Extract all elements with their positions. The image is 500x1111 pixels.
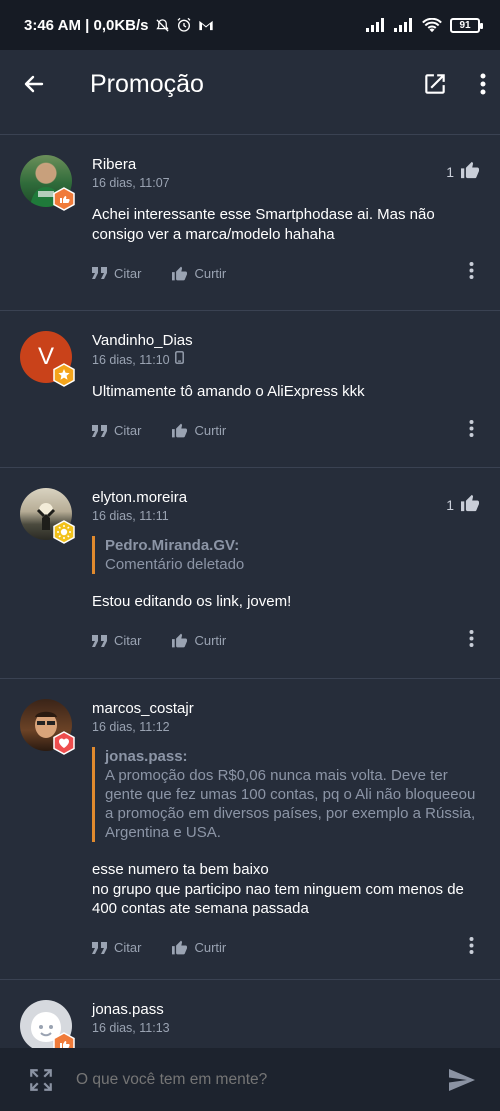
cite-label: Citar — [114, 940, 142, 955]
battery-icon: 91 — [450, 17, 483, 33]
avatar-wrap[interactable] — [20, 155, 75, 211]
like-count-value: 1 — [446, 163, 454, 180]
comment-text: Achei interessante esse Smartphodase ai.… — [92, 206, 435, 243]
level-badge-icon — [52, 187, 76, 211]
quote-text: A promoção dos R$0,06 nunca mais volta. … — [105, 767, 476, 841]
like-label: Curtir — [194, 265, 227, 281]
level-badge-icon — [52, 731, 76, 755]
comment-text-line: esse numero ta bem baixo — [92, 861, 269, 878]
timestamp-text: 16 dias, 11:13 — [92, 1021, 170, 1035]
signal-icon — [366, 18, 386, 32]
comment-timestamp: 16 dias, 11:12 — [92, 719, 482, 735]
avatar-wrap[interactable]: V — [20, 331, 75, 387]
comment-item: marcos_costajr 16 dias, 11:12 jonas.pass… — [0, 679, 500, 979]
comment-item: Ribera 16 dias, 11:07 1 Achei interessan… — [0, 135, 500, 310]
timestamp-text: 16 dias, 11:10 — [92, 352, 170, 367]
timestamp-text: 16 dias, 11:11 — [92, 509, 169, 523]
level-badge-icon — [52, 520, 76, 544]
quote-author: jonas.pass: — [105, 748, 188, 765]
comment-text-line: no grupo que participo nao tem ninguem c… — [92, 880, 464, 918]
comment-timestamp: 16 dias, 11:13 — [92, 1020, 482, 1036]
user-name[interactable]: jonas.pass — [92, 1000, 482, 1020]
comment-item: V Vandinho_Dias 16 dias, 11:10 Ultimamen… — [0, 311, 500, 467]
comment-timestamp: 16 dias, 11:11 — [92, 508, 482, 524]
avatar-wrap[interactable] — [20, 1000, 75, 1056]
like-button[interactable]: Curtir — [171, 423, 226, 438]
user-name[interactable]: Ribera — [92, 155, 482, 175]
level-badge-icon — [52, 363, 76, 387]
like-label: Curtir — [194, 940, 227, 955]
comment-input-bar — [0, 1048, 500, 1111]
cite-button[interactable]: Citar — [92, 423, 141, 438]
cite-label: Citar — [114, 423, 142, 438]
comment-actions: Citar Curtir — [92, 919, 482, 977]
like-count[interactable]: 1 — [446, 161, 480, 182]
gmail-icon — [198, 19, 214, 32]
expand-icon[interactable] — [28, 1067, 54, 1093]
like-count[interactable]: 1 — [446, 494, 480, 515]
mute-bell-icon — [155, 18, 170, 33]
comment-timestamp: 16 dias, 11:10 — [92, 351, 482, 368]
timestamp-text: 16 dias, 11:07 — [92, 176, 170, 190]
status-time: 3:46 AM | 0,0KB/s — [24, 16, 149, 34]
comments-feed: Ribera 16 dias, 11:07 1 Achei interessan… — [0, 134, 500, 1060]
comment-text: esse numero ta bem baixo no grupo que pa… — [92, 860, 482, 919]
quote-icon — [92, 634, 107, 647]
user-name[interactable]: marcos_costajr — [92, 699, 482, 719]
comment-text: Estou editando os link, jovem! — [92, 593, 292, 610]
cite-label: Citar — [114, 265, 142, 281]
page-title: Promoção — [90, 69, 204, 98]
avatar-wrap[interactable] — [20, 699, 75, 755]
thumbs-up-icon — [172, 940, 188, 955]
avatar-wrap[interactable] — [20, 488, 75, 544]
thumbs-up-icon — [172, 266, 188, 280]
more-options-icon[interactable] — [469, 419, 474, 442]
thumbs-up-icon — [172, 633, 188, 648]
like-button[interactable]: Curtir — [171, 266, 226, 281]
signal-icon-2 — [394, 18, 414, 32]
wifi-icon — [422, 17, 442, 33]
like-button[interactable]: Curtir — [171, 633, 226, 648]
comment-text: Ultimamente tô amando o AliExpress kkk — [92, 383, 365, 400]
thumbs-up-icon — [172, 423, 188, 438]
cite-button[interactable]: Citar — [92, 940, 141, 955]
thumbs-up-icon — [460, 494, 480, 515]
comment-timestamp: 16 dias, 11:07 — [92, 175, 482, 191]
cite-label: Citar — [114, 633, 142, 648]
back-arrow-icon[interactable] — [22, 72, 46, 96]
like-label: Curtir — [194, 423, 227, 438]
alarm-icon — [176, 17, 192, 33]
user-name[interactable]: elyton.moreira — [92, 488, 482, 508]
comment-input[interactable] — [76, 1070, 448, 1089]
comment-item: elyton.moreira 16 dias, 11:11 1 Pedro.Mi… — [0, 468, 500, 678]
send-icon[interactable] — [448, 1068, 476, 1092]
status-bar: 3:46 AM | 0,0KB/s 91 — [0, 0, 500, 50]
quote-icon — [92, 941, 107, 954]
quote-icon — [92, 424, 107, 437]
quote-icon — [92, 267, 107, 279]
like-count-value: 1 — [446, 496, 454, 513]
app-bar: Promoção — [0, 50, 500, 118]
quote-text: Comentário deletado — [105, 556, 245, 573]
comment-actions: Citar Curtir — [92, 244, 482, 302]
open-external-icon[interactable] — [422, 71, 448, 97]
comment-actions: Citar Curtir — [92, 402, 482, 460]
cite-button[interactable]: Citar — [92, 266, 141, 281]
quoted-comment[interactable]: jonas.pass: A promoção dos R$0,06 nunca … — [92, 747, 482, 842]
more-options-icon[interactable] — [469, 262, 474, 285]
comment-actions: Citar Curtir — [92, 612, 482, 670]
more-vert-icon[interactable] — [480, 73, 486, 95]
more-options-icon[interactable] — [469, 936, 474, 959]
like-button[interactable]: Curtir — [171, 940, 226, 955]
quote-author: Pedro.Miranda.GV: — [105, 537, 240, 554]
quoted-comment[interactable]: Pedro.Miranda.GV: Comentário deletado — [92, 536, 482, 574]
user-name[interactable]: Vandinho_Dias — [92, 331, 482, 351]
more-options-icon[interactable] — [469, 629, 474, 652]
like-label: Curtir — [194, 633, 227, 648]
mobile-device-icon — [174, 351, 184, 368]
timestamp-text: 16 dias, 11:12 — [92, 720, 170, 734]
thumbs-up-icon — [460, 161, 480, 182]
cite-button[interactable]: Citar — [92, 633, 141, 648]
